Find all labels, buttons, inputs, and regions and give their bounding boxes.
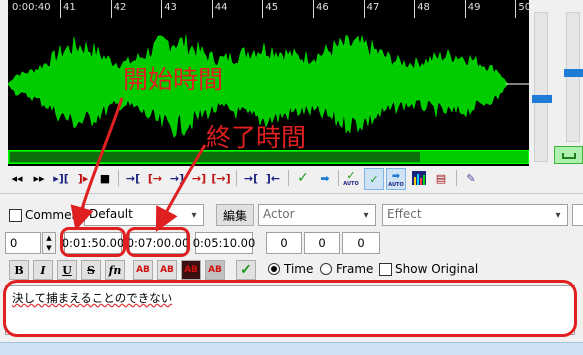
callout-arrows xyxy=(70,97,207,232)
